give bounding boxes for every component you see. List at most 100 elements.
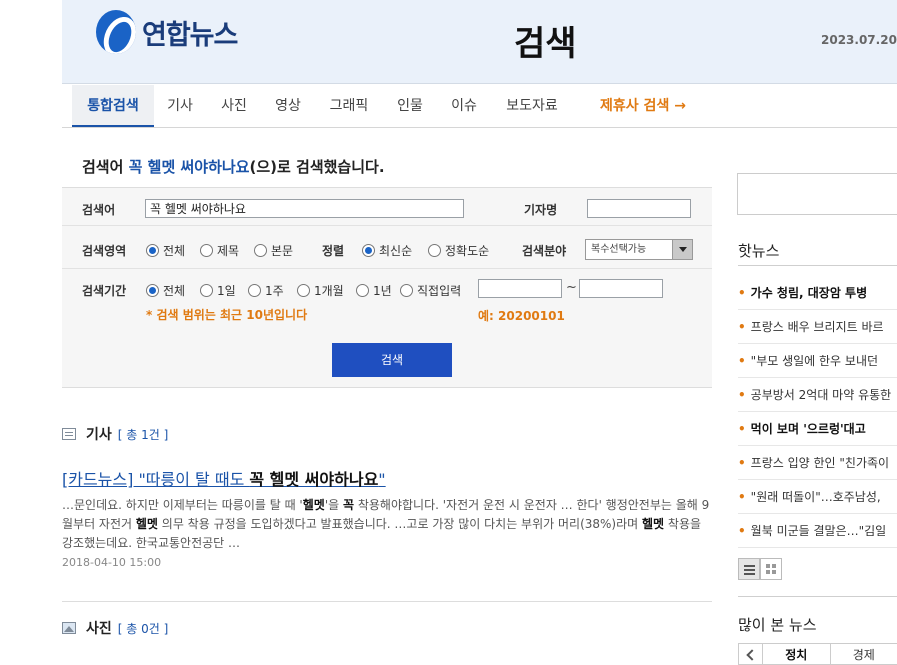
- search-summary: 검색어 꼭 헬멧 써야하나요(으)로 검색했습니다.: [82, 156, 385, 177]
- period-label: 검색기간: [82, 284, 127, 298]
- hot-news-text: 먹이 보며 '으르렁'대고: [750, 422, 866, 436]
- sort-radio-accuracy[interactable]: 정확도순: [428, 242, 489, 259]
- bullet-icon: •: [738, 388, 746, 402]
- list-icon: [62, 428, 76, 440]
- hot-news-item[interactable]: • 프랑스 입양 한인 "친가족이: [738, 446, 897, 480]
- site-header: 연합뉴스 검색 2023.07.20 (목: [62, 0, 897, 84]
- photos-section-title: 사진: [86, 621, 112, 637]
- area-radio-all[interactable]: 전체: [146, 242, 185, 259]
- area-radio-body[interactable]: 본문: [254, 242, 293, 259]
- tab-videos[interactable]: 영상: [268, 85, 308, 127]
- radio-unselected: [400, 284, 413, 297]
- article-title-text: [카드뉴스] "따릉이 탈 때도: [62, 470, 250, 489]
- area-radio-title[interactable]: 제목: [200, 242, 239, 259]
- bullet-icon: •: [738, 422, 746, 436]
- hot-news-item[interactable]: • 프랑스 배우 브리지트 바르: [738, 310, 897, 344]
- chevron-left-icon[interactable]: [739, 644, 763, 664]
- hot-news-text: 공부방서 2억대 마약 유통한: [750, 388, 892, 402]
- photos-section-header: 사진 [ 총 0건 ]: [62, 618, 168, 638]
- most-viewed-title: 많이 본 뉴스: [738, 616, 817, 634]
- radio-unselected: [428, 244, 441, 257]
- hot-news-item[interactable]: • "부모 생일에 한우 보내던: [738, 344, 897, 378]
- form-divider: [62, 268, 712, 269]
- reporter-input[interactable]: [587, 199, 691, 218]
- article-title-keyword: 꼭 헬멧 써야하나요: [249, 470, 379, 489]
- list-view-icon[interactable]: [738, 558, 760, 580]
- articles-count: [ 총 1건 ]: [117, 427, 169, 442]
- sort-radio-latest[interactable]: 최신순: [362, 242, 412, 259]
- tab-economy[interactable]: 경제: [831, 644, 897, 664]
- tab-photos[interactable]: 사진: [214, 85, 254, 127]
- tab-articles[interactable]: 기사: [160, 85, 200, 127]
- radio-label: 전체: [163, 244, 186, 258]
- tab-politics[interactable]: 정치: [763, 644, 831, 664]
- yonhap-logo[interactable]: 연합뉴스: [96, 10, 238, 54]
- articles-section-title: 기사: [86, 427, 112, 443]
- bullet-icon: •: [738, 456, 746, 470]
- radio-label: 본문: [271, 244, 294, 258]
- radio-unselected: [254, 244, 267, 257]
- view-toggle: [738, 558, 782, 580]
- period-radio-all[interactable]: 전체: [146, 282, 185, 299]
- hot-news-text: 프랑스 입양 한인 "친가족이: [750, 456, 890, 470]
- hot-news-item[interactable]: • 먹이 보며 '으르렁'대고: [738, 412, 897, 446]
- image-icon: [62, 622, 76, 634]
- radio-selected: [146, 244, 159, 257]
- summary-suffix: (으)로 검색했습니다.: [249, 158, 385, 176]
- area-label: 검색영역: [82, 244, 127, 258]
- chevron-down-icon: [672, 240, 692, 259]
- hot-news-divider: [738, 265, 897, 266]
- radio-label: 제목: [217, 244, 240, 258]
- article-title-end: ": [378, 470, 386, 489]
- radio-label: 최신순: [379, 244, 413, 258]
- snippet-highlight: 헬멧: [135, 517, 158, 531]
- field-select[interactable]: 복수선택가능: [585, 239, 693, 260]
- tab-graphics[interactable]: 그래픽: [324, 85, 374, 127]
- tab-integrated-search[interactable]: 통합검색: [72, 85, 154, 127]
- date-range-separator: ~: [566, 280, 577, 295]
- bullet-icon: •: [738, 320, 746, 334]
- radio-selected: [362, 244, 375, 257]
- search-form: 검색어 기자명 검색영역 전체 제목 본문 정렬 최신순 정확도순 검색분야 복…: [62, 187, 712, 388]
- period-radio-1day[interactable]: 1일: [200, 282, 236, 299]
- grid-view-icon[interactable]: [760, 558, 782, 580]
- period-radio-1week[interactable]: 1주: [248, 282, 284, 299]
- hot-news-text: "부모 생일에 한우 보내던: [750, 354, 879, 368]
- sidebar-divider: [738, 596, 897, 597]
- article-title-link[interactable]: [카드뉴스] "따릉이 탈 때도 꼭 헬멧 써야하나요": [62, 466, 386, 490]
- radio-unselected: [200, 284, 213, 297]
- radio-label: 1일: [217, 284, 236, 298]
- article-date: 2018-04-10 15:00: [62, 556, 162, 569]
- snippet-text: '을: [324, 498, 343, 512]
- tab-people[interactable]: 인물: [390, 85, 430, 127]
- keyword-input[interactable]: [145, 199, 464, 218]
- photos-count: [ 총 0건 ]: [117, 621, 169, 636]
- snippet-highlight: 헬멧: [302, 498, 325, 512]
- hot-news-item[interactable]: • 가수 청림, 대장암 투병: [738, 276, 897, 310]
- snippet-highlight: 헬멧: [642, 517, 665, 531]
- hot-news-item[interactable]: • 월북 미군들 결말은…"김일: [738, 514, 897, 548]
- tab-partner-search[interactable]: 제휴사 검색 →: [588, 85, 698, 127]
- search-button[interactable]: 검색: [332, 343, 452, 377]
- period-radio-1month[interactable]: 1개월: [297, 282, 344, 299]
- date-from-input[interactable]: [478, 279, 562, 298]
- hot-news-text: 월북 미군들 결말은…"김일: [750, 524, 887, 538]
- sort-label: 정렬: [322, 244, 345, 258]
- field-select-value: 복수선택가능: [591, 244, 647, 255]
- hot-news-item[interactable]: • 공부방서 2억대 마약 유통한: [738, 378, 897, 412]
- snippet-text: 의무 착용 규정을 도입하겠다고 발표했습니다. …고로 가장 많이 다치는 부…: [157, 517, 642, 531]
- radio-label: 전체: [163, 284, 186, 298]
- hot-news-item[interactable]: • "원래 떠돌이"…호주남성,: [738, 480, 897, 514]
- tab-issues[interactable]: 이슈: [444, 85, 484, 127]
- radio-unselected: [248, 284, 261, 297]
- tab-press-releases[interactable]: 보도자료: [500, 85, 564, 127]
- date-to-input[interactable]: [579, 279, 663, 298]
- summary-prefix: 검색어: [82, 158, 129, 176]
- snippet-highlight: 꼭: [342, 498, 355, 512]
- radio-label: 정확도순: [445, 244, 490, 258]
- period-radio-custom[interactable]: 직접입력: [400, 282, 461, 299]
- period-radio-1year[interactable]: 1년: [356, 282, 392, 299]
- range-note: * 검색 범위는 최근 10년입니다: [146, 308, 308, 322]
- search-tabs: 통합검색 기사 사진 영상 그래픽 인물 이슈 보도자료 제휴사 검색 →: [62, 85, 897, 128]
- hot-news-title: 핫뉴스: [738, 242, 780, 260]
